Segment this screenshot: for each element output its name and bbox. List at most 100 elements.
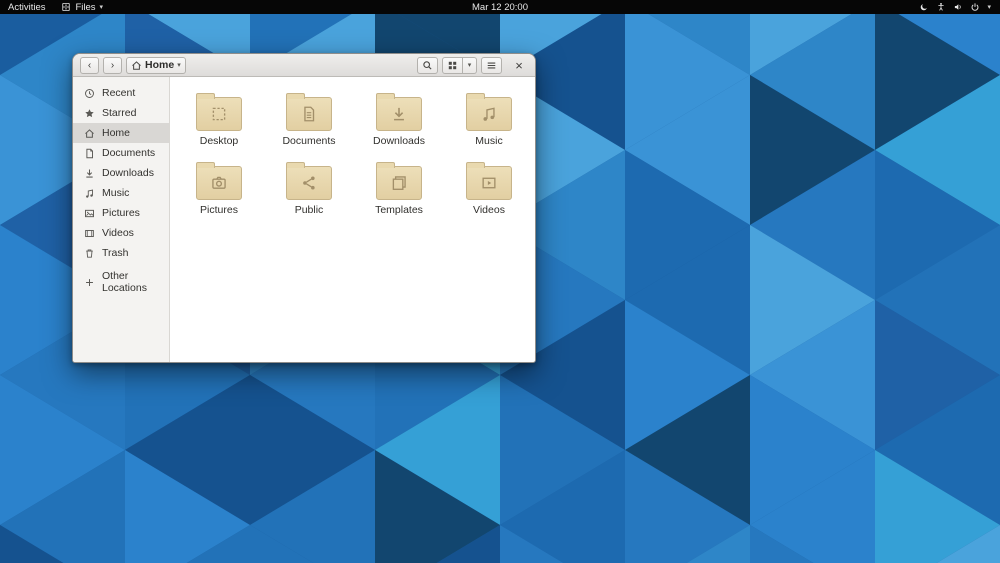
sidebar-item-label: Trash (102, 247, 128, 259)
folder-item-documents[interactable]: Documents (264, 86, 354, 155)
folder-icon (286, 97, 332, 131)
search-button[interactable] (417, 57, 438, 74)
download-icon (84, 168, 95, 179)
sidebar-item-music[interactable]: Music (73, 183, 169, 203)
folder-item-desktop[interactable]: Desktop (174, 86, 264, 155)
files-window: ‹ › Home ▾ (72, 53, 536, 363)
sidebar-item-label: Downloads (102, 167, 154, 179)
activities-button[interactable]: Activities (0, 0, 53, 14)
window-body: Recent Starred Home (73, 77, 535, 362)
file-view[interactable]: Desktop Documents (170, 77, 535, 362)
folder-icon (376, 97, 422, 131)
folder-label: Videos (473, 204, 505, 216)
folder-grid: Desktop Documents (174, 86, 535, 224)
folder-icon (286, 166, 332, 200)
sidebar-item-trash[interactable]: Trash (73, 243, 169, 263)
trash-icon (84, 248, 95, 259)
system-menu-chevron-icon: ▾ (987, 3, 991, 11)
folder-item-videos[interactable]: Videos (444, 155, 534, 224)
clock-label: Mar 12 20:00 (472, 2, 528, 13)
pathbar-home-button[interactable]: Home ▾ (126, 57, 186, 74)
headerbar: ‹ › Home ▾ (73, 54, 535, 77)
close-icon: × (515, 58, 523, 73)
folder-item-public[interactable]: Public (264, 155, 354, 224)
home-icon (84, 128, 95, 139)
folder-icon (466, 166, 512, 200)
sidebar-item-videos[interactable]: Videos (73, 223, 169, 243)
sidebar-item-label: Videos (102, 227, 134, 239)
sidebar-item-label: Documents (102, 147, 155, 159)
view-options-chevron-icon: ▾ (468, 61, 472, 69)
recent-icon (84, 88, 95, 99)
desktop: Activities Files ▾ Mar 12 20:00 (0, 0, 1000, 563)
app-menu-files[interactable]: Files ▾ (53, 0, 111, 14)
share-emblem-icon (300, 174, 318, 192)
music-note-icon (84, 188, 95, 199)
sidebar-item-recent[interactable]: Recent (73, 83, 169, 103)
sidebar-item-other-locations[interactable]: Other Locations (73, 272, 169, 292)
folder-item-downloads[interactable]: Downloads (354, 86, 444, 155)
document-emblem-icon (300, 105, 318, 123)
music-emblem-icon (480, 105, 498, 123)
activities-label: Activities (8, 2, 45, 13)
templates-emblem-icon (390, 174, 408, 192)
download-emblem-icon (390, 105, 408, 123)
video-emblem-icon (480, 174, 498, 192)
sidebar-item-documents[interactable]: Documents (73, 143, 169, 163)
film-icon (84, 228, 95, 239)
folder-label: Templates (375, 204, 423, 216)
gnome-top-bar: Activities Files ▾ Mar 12 20:00 (0, 0, 1000, 14)
clock-button[interactable]: Mar 12 20:00 (464, 0, 536, 14)
hamburger-menu-icon (486, 60, 497, 71)
sidebar-item-downloads[interactable]: Downloads (73, 163, 169, 183)
grid-view-icon (447, 60, 458, 71)
top-bar-left: Activities Files ▾ (0, 0, 111, 14)
window-close-button[interactable]: × (510, 56, 528, 74)
folder-icon (466, 97, 512, 131)
top-bar-center: Mar 12 20:00 (464, 0, 536, 14)
folder-label: Downloads (373, 135, 425, 147)
star-icon (84, 108, 95, 119)
folder-label: Desktop (200, 135, 239, 147)
back-button[interactable]: ‹ (80, 57, 99, 74)
folder-item-music[interactable]: Music (444, 86, 534, 155)
sidebar-item-label: Home (102, 127, 130, 139)
back-icon: ‹ (88, 60, 91, 71)
sidebar-item-pictures[interactable]: Pictures (73, 203, 169, 223)
folder-icon (196, 97, 242, 131)
pathbar-location-label: Home (145, 59, 174, 71)
folder-icon (196, 166, 242, 200)
home-icon (131, 60, 142, 71)
folder-label: Music (475, 135, 502, 147)
sidebar-item-label: Starred (102, 107, 136, 119)
view-options-caret-button[interactable]: ▾ (463, 57, 477, 74)
system-status-area[interactable]: ▾ (910, 0, 1000, 14)
sidebar-item-label: Recent (102, 87, 135, 99)
document-icon (84, 148, 95, 159)
folder-item-pictures[interactable]: Pictures (174, 155, 264, 224)
folder-label: Pictures (200, 204, 238, 216)
search-icon (422, 60, 433, 71)
accessibility-icon (936, 2, 946, 12)
places-sidebar: Recent Starred Home (73, 77, 170, 362)
folder-label: Documents (282, 135, 335, 147)
camera-emblem-icon (210, 174, 228, 192)
pathbar-chevron-icon: ▾ (177, 61, 181, 69)
sidebar-item-starred[interactable]: Starred (73, 103, 169, 123)
forward-icon: › (111, 60, 114, 71)
sidebar-item-label: Other Locations (102, 270, 169, 294)
sidebar-item-label: Music (102, 187, 129, 199)
chevron-down-icon: ▾ (100, 3, 104, 11)
folder-icon (376, 166, 422, 200)
plus-icon (84, 277, 95, 288)
menu-button[interactable] (481, 57, 502, 74)
view-options-group: ▾ (442, 57, 477, 74)
sidebar-item-label: Pictures (102, 207, 140, 219)
folder-item-templates[interactable]: Templates (354, 155, 444, 224)
folder-label: Public (295, 204, 324, 216)
view-grid-button[interactable] (442, 57, 463, 74)
app-menu-label: Files (75, 2, 95, 13)
power-icon (970, 2, 980, 12)
forward-button[interactable]: › (103, 57, 122, 74)
sidebar-item-home[interactable]: Home (73, 123, 169, 143)
